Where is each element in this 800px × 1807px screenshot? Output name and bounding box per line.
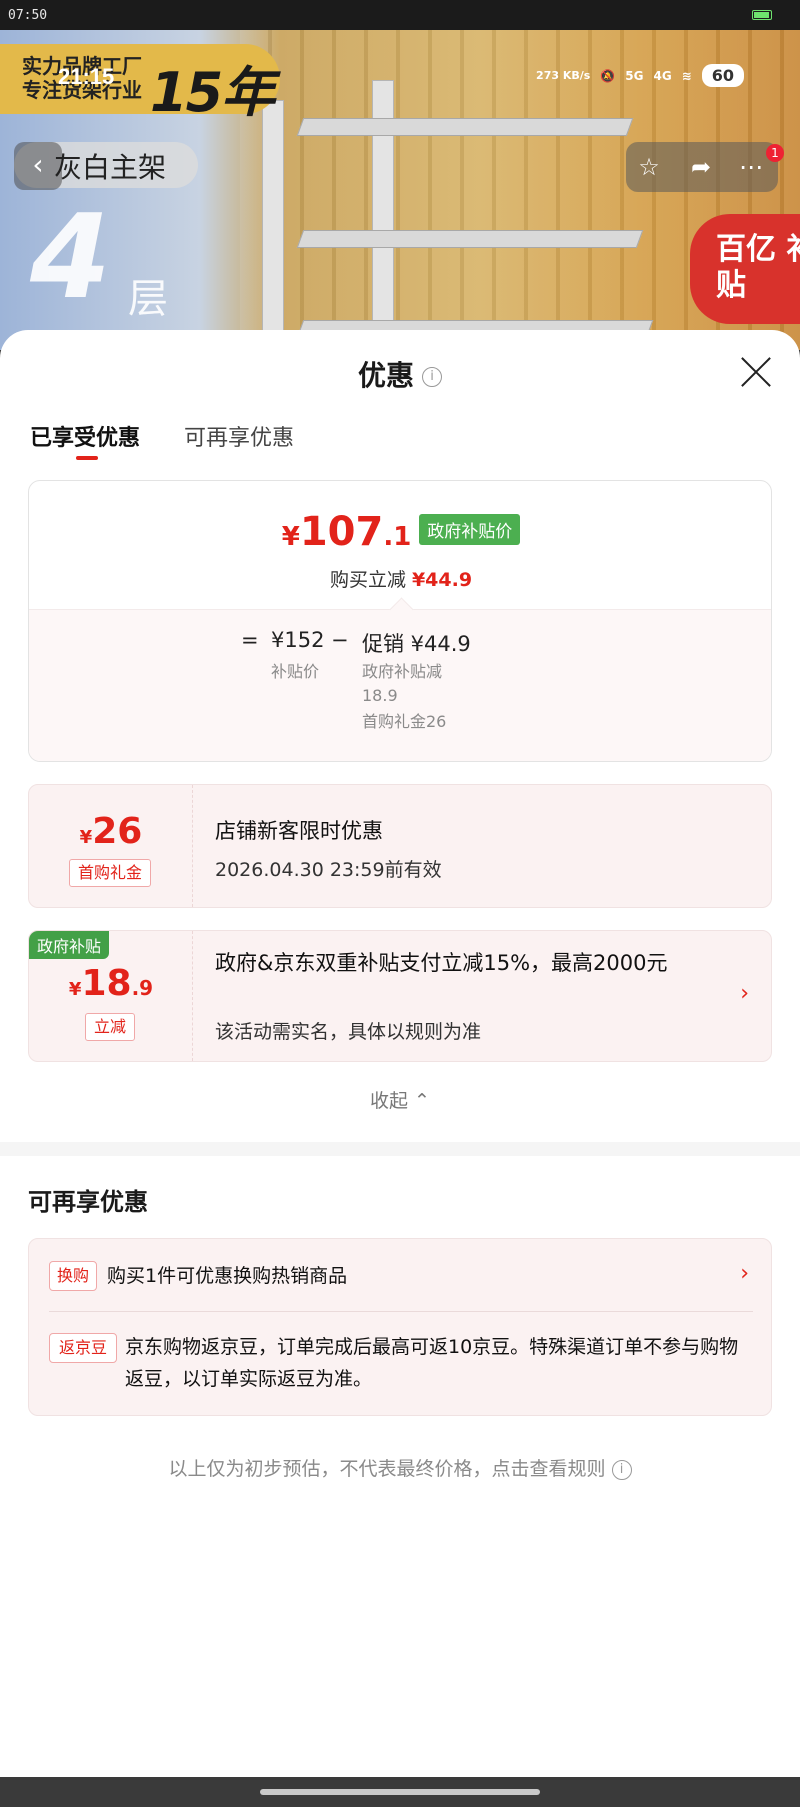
info-icon[interactable]: i [611,1459,632,1480]
coupon-chip: 首购礼金 [69,859,151,887]
jingdou-chip: 返京豆 [49,1333,117,1363]
coupon-amount: ¥26 [79,811,143,852]
tab-enjoyed[interactable]: 已享受优惠 [30,420,140,460]
promo-detail-gov: 政府补贴减 [362,662,443,681]
info-icon[interactable]: i [422,367,442,387]
home-indicator[interactable] [260,1789,540,1795]
mute-icon: 🔕 [600,68,616,83]
subsidy-badge: 百亿 补贴 [690,214,800,324]
signal-4g-icon: 4G [653,68,672,83]
tab-more-available[interactable]: 可再享优惠 [184,420,294,452]
variant-label: 灰白主架 [54,151,167,184]
chevron-right-icon[interactable]: › [740,981,749,1006]
discount-sheet: 优惠 i 已享受优惠 可再享优惠 ¥ 107 .1 政府补贴价 购买立减 ¥44.9… [0,330,800,1777]
shelf-post [262,100,284,350]
more-offers-card: 换购 购买1件可优惠换购热销商品 › 返京豆 京东购物返京豆，订单完成后最高可返… [28,1238,772,1416]
battery-level: 60 [701,64,744,87]
gov-subsidy-price-tag: 政府补贴价 [419,514,521,545]
jingdou-offer-text: 京东购物返京豆，订单完成后最高可返10京豆。特殊渠道订单不参与购物返豆，以订单实… [125,1336,739,1390]
coupon-gov-subsidy[interactable]: 政府补贴 ¥18.9 立减 政府&京东双重补贴支付立减15%，最高2000元 该… [28,930,772,1062]
sheet-title: 优惠 i [0,354,800,394]
shelf-board [296,230,644,248]
promo-total: 促销 ¥44.9 [362,632,471,656]
signal-5g-icon: 5G [625,68,644,83]
collapse-button[interactable]: 收起 ⌃ [0,1086,800,1113]
chevron-right-icon[interactable]: › [740,1261,749,1286]
brand-banner: 实力品牌工厂 专注货架行业 15年 [0,44,280,124]
shelf-board [296,118,634,136]
section-divider [0,1142,800,1156]
battery-icon [752,10,772,20]
coupon-new-customer[interactable]: ¥26 首购礼金 店铺新客限时优惠 2026.04.30 23:59前有效 [28,784,772,908]
product-image: 实力品牌工厂 专注货架行业 15年 21:15 273 KB/s 🔕 5G 4G… [0,30,800,350]
chevron-left-icon: ‹ [32,148,44,181]
equals-sign: = [241,628,259,652]
layers-unit: 层 [128,276,168,322]
coupon-title: 政府&京东双重补贴支付立减15%，最高2000元 [215,951,668,975]
share-icon[interactable]: ➦ [684,152,718,182]
sheet-title-text: 优惠 [357,359,414,392]
close-icon[interactable] [740,356,772,388]
coupon-chip: 立减 [85,1013,135,1041]
net-speed: 273 KB/s [536,69,591,82]
brand-banner-years: 15年 [150,61,275,124]
disclaimer[interactable]: 以上仅为初步预估，不代表最终价格，点击查看规则 i [0,1454,800,1481]
disclaimer-text: 以上仅为初步预估，不代表最终价格，点击查看规则 [168,1458,606,1480]
price-summary-card: ¥ 107 .1 政府补贴价 购买立减 ¥44.9 = ¥152 补贴价 − 促销… [28,480,772,762]
gov-subsidy-tag: 政府补贴 [29,931,110,959]
base-price: ¥152 [271,628,325,652]
minus-sign: − [331,628,349,652]
coupon-amount: ¥18.9 [68,963,154,1004]
price-decimal: .1 [383,522,412,552]
price-breakdown: = ¥152 补贴价 − 促销 ¥44.9 政府补贴减 18.9 首购礼金26 [29,609,771,761]
cut-label: 购买立减 [329,569,406,591]
promo-detail-gov-amount: 18.9 [362,686,398,705]
status-indicators: 273 KB/s 🔕 5G 4G ≋ 60 [536,64,744,87]
status-time: 21:15 [58,64,115,89]
system-clock: 07:50 [8,8,48,23]
more-icon[interactable]: ⋯ [734,152,768,182]
more-section-title: 可再享优惠 [28,1188,148,1216]
navigation-bar [0,1777,800,1807]
coupon-subtitle: 该活动需实名，具体以规则为准 [215,1021,482,1043]
system-status-strip: 07:50 [0,0,800,30]
tab-bar: 已享受优惠 可再享优惠 [30,420,294,460]
coupon-validity: 2026.04.30 23:59前有效 [215,859,442,881]
promo-detail-gift: 首购礼金26 [362,712,447,731]
coupon-title: 店铺新客限时优惠 [215,819,383,843]
base-price-label: 补贴价 [271,662,320,681]
exchange-chip: 换购 [49,1261,97,1291]
favorite-star-icon[interactable]: ☆ [632,152,666,182]
wifi-icon: ≋ [681,68,692,83]
layers-number: 4 [30,190,111,325]
cut-value: ¥44.9 [411,569,473,591]
price-currency: ¥ [281,522,300,552]
final-price: ¥ 107 .1 政府补贴价 [282,509,521,555]
exchange-offer-text[interactable]: 购买1件可优惠换购热销商品 [107,1261,347,1288]
notification-badge: 1 [766,144,784,162]
price-integer: 107 [299,509,384,555]
purchase-discount: 购买立减 ¥44.9 [29,565,771,592]
